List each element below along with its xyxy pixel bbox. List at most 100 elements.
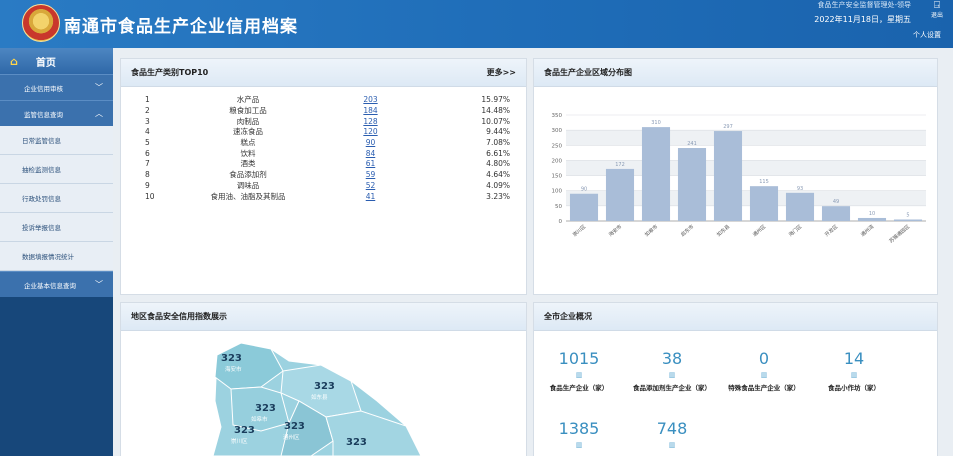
count-link[interactable]: 52 (366, 181, 376, 190)
data-label: 10 (869, 211, 875, 217)
sidebar-item-2[interactable]: 日常监管信息 (0, 126, 113, 155)
rank-cell: 2 (145, 106, 150, 116)
overview-value: 38 (661, 349, 683, 368)
overview-panel: 全市企业概况 1015 ▥ 食品生产企业（家） 38 ▥ 食品添加剂生产企业（家） 0 ▥ 特殊… (533, 302, 938, 456)
sidebar-item-5[interactable]: 投诉举报信息 (0, 213, 113, 242)
current-user: 食品生产安全监督管理处-领导 (817, 1, 911, 9)
y-tick-label: 150 (552, 174, 563, 180)
sidebar-item-4[interactable]: 行政处罚信息 (0, 184, 113, 213)
percent-cell: 7.08% (486, 138, 510, 148)
category-cell: 肉制品 (236, 116, 260, 126)
data-label: 5 (906, 212, 909, 218)
count-link[interactable]: 61 (366, 159, 376, 168)
sidebar-item-7[interactable]: 企业基本信息查询 ﹀ (0, 271, 113, 297)
building-icon: ▥ (575, 371, 583, 379)
credit-map-panel: 地区食品安全信用指数展示 323 海安市 323 如东县 323 如皋市 323 崇川区 323… (120, 302, 527, 456)
y-tick-label: 200 (552, 158, 563, 164)
category-cell: 水产品 (236, 95, 260, 105)
rank-cell: 6 (145, 148, 150, 158)
sidebar-item-6[interactable]: 数据填报情况统计 (0, 242, 113, 271)
bar (713, 131, 743, 221)
app-header: 南通市食品生产企业信用档案 食品生产安全监督管理处-领导 2022年11月18日… (0, 0, 953, 48)
category-cell: 食用油、油脂及其制品 (210, 191, 286, 201)
sidebar-item-3[interactable]: 抽检监测信息 (0, 155, 113, 184)
count-link[interactable]: 128 (363, 117, 377, 126)
table-row: 9 调味品 52 4.09% (133, 181, 518, 192)
sidebar-item-home[interactable]: ⌂ 首页 (0, 48, 113, 74)
building-icon: ▥ (575, 441, 583, 449)
region-score: 323 (346, 437, 367, 448)
bar (785, 192, 815, 221)
sidebar-item-0[interactable]: 企业信用审核 ﹀ (0, 74, 113, 100)
region-score: 323 (314, 381, 335, 392)
count-link[interactable]: 84 (366, 149, 376, 158)
logout-button[interactable]: ⍈ 退出 (923, 0, 951, 24)
category-cell: 粮食加工品 (229, 106, 267, 116)
percent-cell: 4.09% (486, 180, 510, 190)
sidebar-item-1[interactable]: 监管信息查询 ︿ (0, 100, 113, 126)
region-score: 323 (255, 403, 276, 414)
rank-cell: 9 (145, 180, 150, 190)
overview-value: 748 (656, 419, 688, 438)
count-link[interactable]: 41 (366, 192, 376, 201)
y-tick-label: 0 (559, 219, 563, 225)
category-cell: 糕点 (240, 138, 256, 148)
table-row: 1 水产品 203 15.97% (133, 95, 518, 106)
count-link[interactable]: 90 (366, 138, 376, 147)
sidebar-item-label: 企业基本信息查询 (24, 281, 76, 290)
building-icon: ▥ (850, 371, 858, 379)
region-name: 如东县 (311, 395, 328, 401)
current-date: 2022年11月18日，星期五 (814, 15, 911, 24)
category-cell: 酒类 (240, 159, 256, 169)
overview-value: 14 (843, 349, 865, 368)
count-link[interactable]: 184 (363, 106, 377, 115)
table-row: 10 食用油、油脂及其制品 41 3.23% (133, 191, 518, 202)
credit-map-title: 地区食品安全信用指数展示 (131, 312, 227, 321)
sidebar: ⌂ 首页 企业信用审核 ﹀ 监管信息查询 ︿ 日常监管信息抽检监测信息 行政处罚信息投诉举… (0, 48, 113, 456)
sidebar-item-label: 投诉举报信息 (22, 224, 61, 232)
bar (821, 206, 851, 221)
x-tick-label: 崇川区 (571, 223, 587, 238)
overview-label: 食品添加剂生产企业（家） (633, 384, 711, 392)
percent-cell: 10.07% (481, 116, 510, 126)
percent-cell: 3.23% (486, 191, 510, 201)
top10-table: 1 水产品 203 15.97% 2 粮食加工品 184 14.48% 3 肉制品 128 10.07… (133, 95, 518, 202)
region-score: 323 (234, 425, 255, 436)
category-cell: 食品添加剂 (229, 170, 267, 180)
building-icon: ▥ (760, 371, 768, 379)
building-icon: ▥ (668, 441, 676, 449)
y-tick-label: 300 (552, 128, 563, 134)
count-cell: 184 (323, 106, 418, 117)
region-name: 海安市 (225, 367, 242, 373)
count-link[interactable]: 59 (366, 170, 376, 179)
category-cell: 饮料 (240, 148, 256, 158)
count-cell: 203 (323, 95, 418, 106)
more-link[interactable]: 更多>> (487, 67, 516, 78)
bar (569, 193, 599, 221)
region-name: 如皋市 (251, 417, 268, 423)
x-tick-label: 海安市 (607, 223, 623, 238)
table-row: 5 糕点 90 7.08% (133, 138, 518, 149)
data-label: 90 (581, 187, 587, 193)
grid-band (566, 130, 926, 146)
rank-cell: 3 (145, 116, 150, 126)
percent-cell: 9.44% (486, 127, 510, 137)
sidebar-home-label: 首页 (35, 57, 56, 69)
bar (857, 217, 887, 221)
rank-cell: 5 (145, 138, 150, 148)
count-link[interactable]: 120 (363, 127, 377, 136)
sidebar-item-label: 监管信息查询 (24, 110, 63, 119)
percent-cell: 4.80% (486, 159, 510, 169)
overview-value: 0 (758, 349, 770, 368)
profile-settings-link[interactable]: 个人设置 (913, 30, 941, 40)
x-tick-label: 通州湾 (859, 223, 875, 238)
table-row: 8 食品添加剂 59 4.64% (133, 170, 518, 181)
sidebar-item-label: 日常监管信息 (22, 137, 61, 145)
count-link[interactable]: 203 (363, 95, 377, 104)
x-tick-label: 如皋市 (643, 223, 659, 238)
y-tick-label: 100 (552, 189, 563, 195)
table-row: 2 粮食加工品 184 14.48% (133, 106, 518, 117)
region-chart-title: 食品生产企业区域分布图 (544, 68, 632, 77)
building-icon: ▥ (668, 371, 676, 379)
y-tick-label: 350 (552, 113, 563, 119)
